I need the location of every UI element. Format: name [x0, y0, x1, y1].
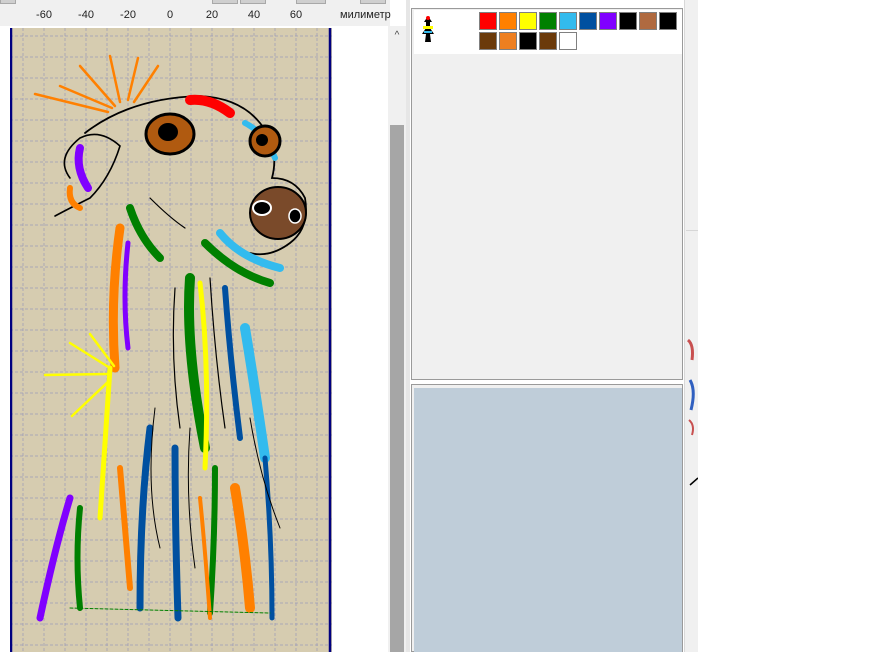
color-swatch[interactable] [619, 12, 637, 30]
toolbar-button-edge[interactable] [240, 0, 266, 4]
color-swatch[interactable] [559, 12, 577, 30]
ruler-unit-label: милиметр [340, 9, 391, 21]
background-window-peek [686, 230, 698, 486]
color-swatch[interactable] [539, 32, 557, 50]
panel-splitter[interactable] [406, 0, 410, 652]
color-swatch[interactable] [659, 12, 677, 30]
toolbar-button-edge[interactable] [360, 0, 386, 4]
horizontal-ruler: -60 -40 -20 0 20 40 60 [0, 0, 390, 26]
color-swatch[interactable] [539, 12, 557, 30]
toolbar-button-edge[interactable] [296, 0, 326, 4]
thread-palette-panel [411, 8, 683, 380]
thread-spool-icon[interactable] [418, 14, 438, 44]
color-swatch[interactable] [499, 32, 517, 50]
scroll-up-arrow-icon[interactable]: ^ [388, 28, 406, 44]
color-swatch[interactable] [599, 12, 617, 30]
ruler-tick: 60 [289, 9, 303, 21]
ruler-tick: -60 [36, 9, 52, 21]
color-swatch[interactable] [559, 32, 577, 50]
desktop-background [698, 0, 883, 652]
color-swatch[interactable] [499, 12, 517, 30]
color-swatch[interactable] [579, 12, 597, 30]
ruler-tick: 40 [247, 9, 261, 21]
ruler-tick: -40 [78, 9, 94, 21]
scrollbar-thumb[interactable] [390, 125, 404, 652]
ruler-tick: 0 [166, 9, 174, 21]
ruler-tick: -20 [120, 9, 136, 21]
toolbar-button-edge[interactable] [0, 0, 16, 4]
color-swatch[interactable] [479, 32, 497, 50]
color-swatch[interactable] [479, 12, 497, 30]
color-swatch[interactable] [519, 32, 537, 50]
embroidery-hoop[interactable] [10, 28, 332, 652]
ruler-tick: 20 [205, 9, 219, 21]
color-swatch[interactable] [639, 12, 657, 30]
color-swatch[interactable] [519, 12, 537, 30]
toolbar-button-edge[interactable] [212, 0, 238, 4]
design-preview[interactable] [414, 388, 682, 652]
